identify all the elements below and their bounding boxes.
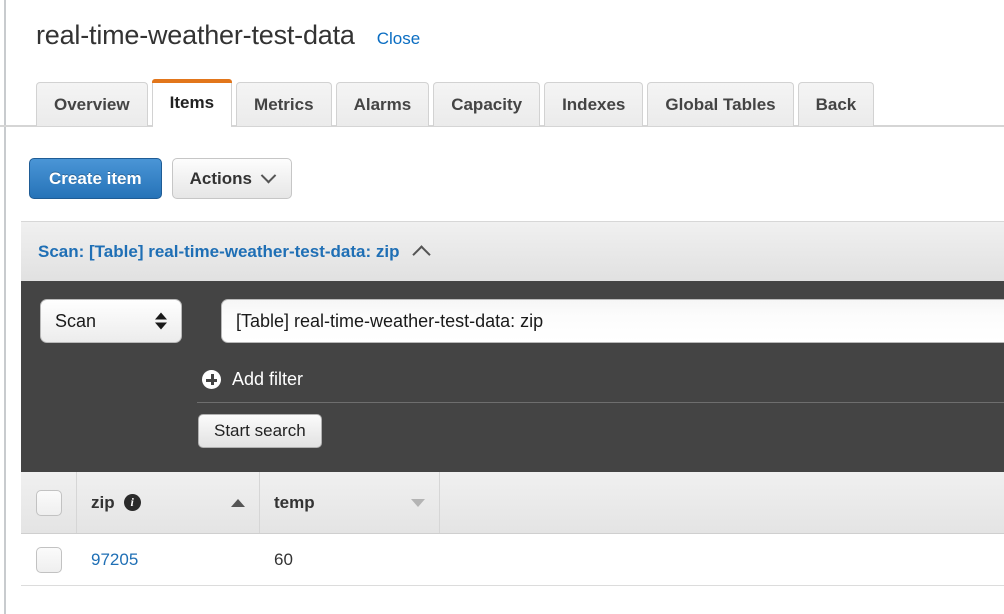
table-header-row: zip i temp bbox=[21, 472, 1004, 534]
cell-temp: 60 bbox=[260, 534, 440, 585]
item-link-zip[interactable]: 97205 bbox=[91, 550, 138, 570]
tab-items[interactable]: Items bbox=[152, 79, 232, 126]
sort-ascending-icon bbox=[231, 499, 245, 507]
add-filter-label: Add filter bbox=[232, 369, 303, 390]
scan-operation-row: Scan bbox=[40, 299, 182, 343]
cell-zip: 97205 bbox=[77, 534, 260, 585]
tab-indexes[interactable]: Indexes bbox=[544, 82, 643, 126]
tab-label: Back bbox=[816, 95, 857, 115]
create-item-button[interactable]: Create item bbox=[29, 158, 162, 199]
create-item-label: Create item bbox=[49, 169, 142, 189]
column-header-temp[interactable]: temp bbox=[260, 472, 440, 533]
scan-operation-value: Scan bbox=[55, 311, 96, 332]
column-header-blank bbox=[440, 472, 1004, 533]
filter-divider bbox=[197, 402, 1004, 403]
select-all-checkbox[interactable] bbox=[36, 490, 62, 516]
tab-label: Global Tables bbox=[665, 95, 775, 115]
scan-operation-select[interactable]: Scan bbox=[40, 299, 182, 343]
tab-capacity[interactable]: Capacity bbox=[433, 82, 540, 126]
tab-label: Alarms bbox=[354, 95, 412, 115]
tab-label: Metrics bbox=[254, 95, 314, 115]
info-icon[interactable]: i bbox=[124, 494, 141, 511]
chevron-down-icon bbox=[261, 168, 277, 184]
page-title: real-time-weather-test-data bbox=[36, 20, 355, 51]
tab-label: Items bbox=[170, 93, 214, 113]
chevron-up-icon[interactable] bbox=[413, 245, 431, 263]
row-checkbox[interactable] bbox=[36, 547, 62, 573]
column-header-label: zip bbox=[91, 493, 115, 513]
tab-global-tables[interactable]: Global Tables bbox=[647, 82, 793, 126]
dynamodb-items-page: real-time-weather-test-data Close Overvi… bbox=[0, 0, 1004, 614]
tab-alarms[interactable]: Alarms bbox=[336, 82, 430, 126]
sort-descending-icon bbox=[411, 499, 425, 507]
tab-label: Overview bbox=[54, 95, 130, 115]
stepper-arrows-icon bbox=[155, 313, 167, 330]
scan-panel: Scan [Table] real-time-weather-test-data… bbox=[21, 281, 1004, 472]
tab-label: Indexes bbox=[562, 95, 625, 115]
tab-overview[interactable]: Overview bbox=[36, 82, 148, 126]
column-header-zip[interactable]: zip i bbox=[77, 472, 260, 533]
start-search-button[interactable]: Start search bbox=[198, 414, 322, 448]
column-header-label: temp bbox=[274, 493, 315, 513]
page-header: real-time-weather-test-data Close bbox=[36, 20, 420, 51]
tab-backups[interactable]: Back bbox=[798, 82, 875, 126]
scan-target-input[interactable]: [Table] real-time-weather-test-data: zip bbox=[221, 299, 1004, 343]
close-link[interactable]: Close bbox=[377, 29, 420, 49]
actions-button[interactable]: Actions bbox=[172, 158, 292, 199]
page-left-border bbox=[4, 0, 6, 614]
scan-section-title: Scan: [Table] real-time-weather-test-dat… bbox=[38, 242, 399, 262]
plus-circle-icon bbox=[202, 370, 221, 389]
actions-label: Actions bbox=[190, 169, 252, 189]
cell-blank bbox=[440, 534, 1004, 585]
items-toolbar: Create item Actions bbox=[29, 158, 292, 199]
tab-label: Capacity bbox=[451, 95, 522, 115]
scan-section-header[interactable]: Scan: [Table] real-time-weather-test-dat… bbox=[21, 221, 1004, 281]
row-select-cell bbox=[21, 547, 77, 573]
table-row[interactable]: 97205 60 bbox=[21, 534, 1004, 586]
tabbar: Overview Items Metrics Alarms Capacity I… bbox=[36, 78, 874, 126]
start-search-label: Start search bbox=[214, 421, 306, 441]
tab-metrics[interactable]: Metrics bbox=[236, 82, 332, 126]
items-results-table: zip i temp 97205 60 bbox=[21, 472, 1004, 586]
add-filter-button[interactable]: Add filter bbox=[202, 369, 303, 390]
select-all-cell bbox=[21, 472, 77, 533]
